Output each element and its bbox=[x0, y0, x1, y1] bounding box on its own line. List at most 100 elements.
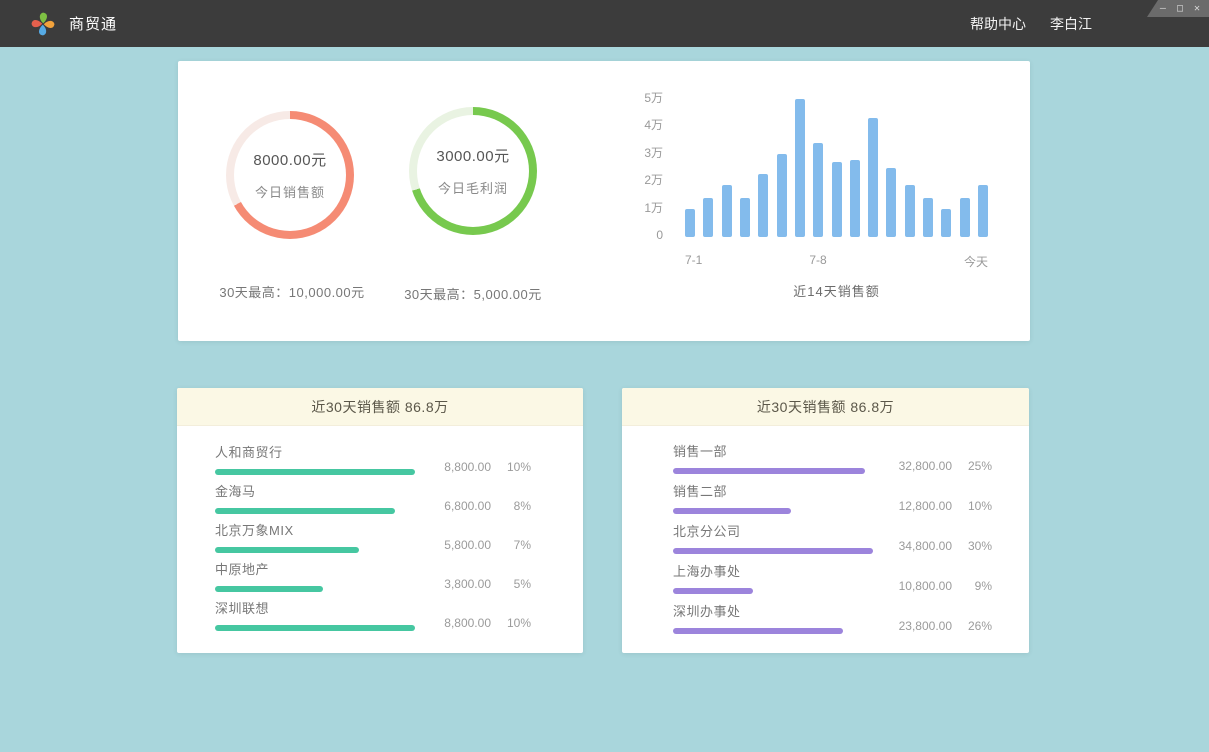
bar bbox=[832, 162, 842, 237]
ranking-row-bar bbox=[673, 508, 791, 514]
minimize-button[interactable]: — bbox=[1160, 4, 1166, 14]
ranking-row-bar bbox=[215, 469, 415, 475]
today-sales-donut: 8000.00元 今日销售额 bbox=[226, 111, 354, 239]
department-ranking-title: 近30天销售额 86.8万 bbox=[622, 388, 1029, 426]
ranking-row-name: 北京万象MIX bbox=[215, 520, 415, 539]
ranking-row-name: 上海办事处 bbox=[673, 561, 873, 580]
ranking-row: 上海办事处 10,800.009% bbox=[673, 559, 992, 599]
titlebar: 商贸通 帮助中心 李白江 — □ ✕ bbox=[0, 0, 1209, 47]
ranking-row-name: 深圳办事处 bbox=[673, 601, 873, 620]
bar bbox=[960, 198, 970, 237]
bar bbox=[850, 160, 860, 237]
y-axis: 5万 4万 3万 2万 1万 0 bbox=[608, 91, 663, 242]
ranking-row-bar bbox=[215, 625, 415, 631]
summary-card: 8000.00元 今日销售额 30天最高：10,000.00元 3000.00元… bbox=[178, 61, 1030, 341]
ranking-row-amount: 8,800.00 bbox=[419, 616, 491, 630]
department-ranking-rows: 销售一部 32,800.0025% 销售二部 12,800.0010% 北京分公司 34,… bbox=[622, 426, 1029, 639]
ranking-row-percent: 5% bbox=[491, 577, 531, 591]
ranking-row-percent: 9% bbox=[952, 579, 992, 593]
x-axis: 7-1 7-8 今天 bbox=[685, 253, 988, 269]
customer-ranking-rows: 人和商贸行8,800.0010%金海马6,800.008%北京万象MIX5,80… bbox=[177, 426, 583, 635]
bar bbox=[868, 118, 878, 237]
today-profit-donut: 3000.00元 今日毛利润 bbox=[409, 107, 537, 235]
bar bbox=[685, 209, 695, 237]
close-button[interactable]: ✕ bbox=[1194, 4, 1200, 14]
app-logo-icon bbox=[30, 11, 56, 37]
ranking-row-amount: 5,800.00 bbox=[419, 538, 491, 552]
brand: 商贸通 bbox=[30, 0, 117, 47]
ranking-row-bar bbox=[673, 468, 865, 474]
ranking-row-name: 金海马 bbox=[215, 481, 415, 500]
ranking-row-name: 北京分公司 bbox=[673, 521, 873, 540]
ranking-row-amount: 34,800.00 bbox=[880, 539, 952, 553]
ranking-row: 北京分公司 34,800.0030% bbox=[673, 519, 992, 559]
bar bbox=[740, 198, 750, 237]
ranking-row-amount: 10,800.00 bbox=[880, 579, 952, 593]
bar bbox=[795, 99, 805, 237]
y-tick: 0 bbox=[608, 228, 663, 242]
x-tick: 7-8 bbox=[809, 253, 826, 267]
ranking-row-amount: 8,800.00 bbox=[419, 460, 491, 474]
maximize-button[interactable]: □ bbox=[1177, 4, 1183, 14]
app-title: 商贸通 bbox=[69, 13, 117, 34]
ranking-row-amount: 12,800.00 bbox=[880, 499, 952, 513]
ranking-row-percent: 30% bbox=[952, 539, 992, 553]
chart-title: 近14天销售额 bbox=[685, 281, 988, 300]
ranking-row-percent: 25% bbox=[952, 459, 992, 473]
ranking-row-amount: 32,800.00 bbox=[880, 459, 952, 473]
today-profit-label: 今日毛利润 bbox=[438, 178, 508, 197]
ranking-row: 金海马 6,800.008% bbox=[215, 479, 531, 518]
ranking-row-amount: 3,800.00 bbox=[419, 577, 491, 591]
ranking-row-amount: 6,800.00 bbox=[419, 499, 491, 513]
y-tick: 4万 bbox=[608, 118, 663, 132]
y-tick: 1万 bbox=[608, 201, 663, 215]
ranking-row: 深圳办事处 23,800.0026% bbox=[673, 599, 992, 639]
today-sales-label: 今日销售额 bbox=[255, 182, 325, 201]
ranking-row-percent: 7% bbox=[491, 538, 531, 552]
bar bbox=[886, 168, 896, 237]
bar bbox=[777, 154, 787, 237]
ranking-row-bar bbox=[215, 547, 359, 553]
today-sales-value: 8000.00元 bbox=[253, 149, 326, 170]
ranking-row: 中原地产 3,800.005% bbox=[215, 557, 531, 596]
ranking-row-bar bbox=[673, 628, 843, 634]
ranking-row-bar bbox=[215, 508, 395, 514]
ranking-row-percent: 10% bbox=[491, 616, 531, 630]
top-nav: 帮助中心 李白江 bbox=[970, 0, 1092, 47]
y-tick: 5万 bbox=[608, 91, 663, 105]
customer-ranking-card: 近30天销售额 86.8万 人和商贸行8,800.0010%金海马6,800.0… bbox=[177, 388, 583, 653]
ranking-row-amount: 23,800.00 bbox=[880, 619, 952, 633]
y-tick: 2万 bbox=[608, 173, 663, 187]
bar bbox=[941, 209, 951, 237]
ranking-row-name: 人和商贸行 bbox=[215, 442, 415, 461]
ranking-row-name: 销售二部 bbox=[673, 481, 873, 500]
ranking-row: 销售一部 32,800.0025% bbox=[673, 439, 992, 479]
bar bbox=[758, 174, 768, 237]
ranking-row-name: 销售一部 bbox=[673, 441, 873, 460]
ranking-row-percent: 8% bbox=[491, 499, 531, 513]
bar-series bbox=[685, 99, 988, 237]
bar bbox=[722, 185, 732, 237]
ranking-row-bar bbox=[673, 548, 873, 554]
bar bbox=[703, 198, 713, 237]
x-tick: 今天 bbox=[964, 253, 988, 270]
ranking-row-percent: 26% bbox=[952, 619, 992, 633]
ranking-row-bar bbox=[215, 586, 323, 592]
user-menu[interactable]: 李白江 bbox=[1050, 14, 1092, 34]
customer-ranking-title: 近30天销售额 86.8万 bbox=[177, 388, 583, 426]
ranking-row: 深圳联想 8,800.0010% bbox=[215, 596, 531, 635]
ranking-row-name: 中原地产 bbox=[215, 559, 415, 578]
ranking-row: 销售二部 12,800.0010% bbox=[673, 479, 992, 519]
ranking-row-name: 深圳联想 bbox=[215, 598, 415, 617]
ranking-row-percent: 10% bbox=[952, 499, 992, 513]
bar bbox=[978, 185, 988, 237]
department-ranking-card: 近30天销售额 86.8万 销售一部 32,800.0025% 销售二部 12,800… bbox=[622, 388, 1029, 653]
today-profit-value: 3000.00元 bbox=[436, 145, 509, 166]
ranking-row-percent: 10% bbox=[491, 460, 531, 474]
help-center-link[interactable]: 帮助中心 bbox=[970, 14, 1026, 34]
window-controls: — □ ✕ bbox=[1147, 0, 1209, 17]
bar bbox=[923, 198, 933, 237]
y-tick: 3万 bbox=[608, 146, 663, 160]
bar bbox=[905, 185, 915, 237]
ranking-row: 北京万象MIX 5,800.007% bbox=[215, 518, 531, 557]
